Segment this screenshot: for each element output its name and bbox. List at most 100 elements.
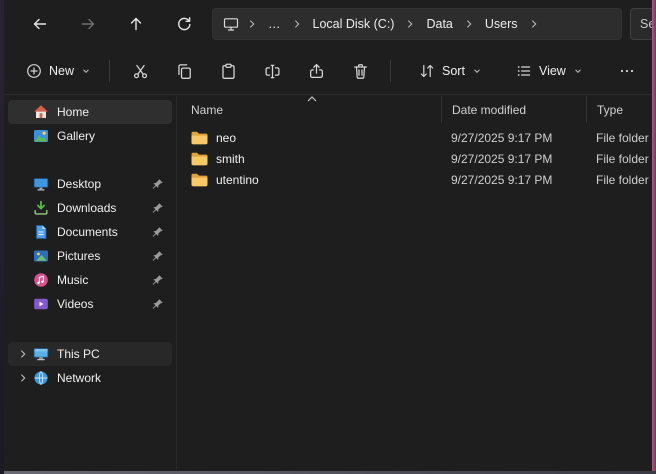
sidebar-separator: [4, 148, 176, 172]
new-button-label: New: [49, 64, 74, 78]
navigation-bar: … Local Disk (C:) Data Users: [4, 0, 652, 48]
pin-icon: [150, 250, 164, 263]
sidebar-item-desktop[interactable]: Desktop: [8, 172, 172, 196]
sidebar-item-downloads[interactable]: Downloads: [8, 196, 172, 220]
file-name: neo: [216, 131, 236, 145]
sidebar-item-network[interactable]: Network: [8, 366, 172, 390]
copy-icon: [176, 63, 193, 80]
rename-icon: [264, 63, 281, 80]
sidebar-item-this-pc[interactable]: This PC: [8, 342, 172, 366]
back-button[interactable]: [20, 8, 60, 40]
file-rows: neo 9/27/2025 9:17 PM File folder smith …: [177, 127, 652, 190]
up-button[interactable]: [116, 8, 156, 40]
sidebar-item-documents[interactable]: Documents: [8, 220, 172, 244]
pin-icon: [150, 202, 164, 215]
scissors-icon: [132, 63, 149, 80]
file-row-smith[interactable]: smith 9/27/2025 9:17 PM File folder: [177, 148, 652, 169]
sort-button[interactable]: Sort: [409, 54, 492, 88]
sidebar-item-label: Videos: [57, 297, 150, 311]
chevron-right-icon[interactable]: [14, 373, 32, 383]
home-icon: [32, 104, 50, 120]
file-date-modified: 9/27/2025 9:17 PM: [441, 152, 586, 166]
file-list-pane: Name Date modified Type neo 9/27/2025 9:…: [176, 96, 652, 471]
file-row-neo[interactable]: neo 9/27/2025 9:17 PM File folder: [177, 127, 652, 148]
more-options-button[interactable]: [607, 54, 647, 88]
sidebar-item-label: Home: [57, 105, 150, 119]
file-type: File folder: [586, 152, 652, 166]
file-name: utentino: [216, 173, 259, 187]
sidebar-item-home[interactable]: Home: [8, 100, 172, 124]
sort-button-label: Sort: [442, 64, 465, 78]
breadcrumb-ellipsis[interactable]: …: [261, 14, 288, 34]
sidebar-item-label: Pictures: [57, 249, 150, 263]
paste-button[interactable]: [206, 54, 250, 88]
sidebar-item-label: Downloads: [57, 201, 150, 215]
gallery-icon: [32, 128, 50, 144]
folder-icon: [191, 131, 208, 145]
chevron-right-icon[interactable]: [245, 19, 259, 29]
share-button[interactable]: [294, 54, 338, 88]
toolbar-divider: [390, 60, 391, 82]
toolbar-divider: [109, 60, 110, 82]
pin-icon: [150, 178, 164, 191]
chevron-down-icon: [573, 66, 583, 76]
window-left-edge: [0, 0, 4, 474]
breadcrumb-data[interactable]: Data: [419, 14, 459, 34]
network-icon: [32, 370, 50, 386]
pictures-icon: [32, 248, 50, 264]
chevron-right-icon[interactable]: [527, 19, 541, 29]
pin-icon: [150, 226, 164, 239]
copy-button[interactable]: [162, 54, 206, 88]
folder-icon: [191, 152, 208, 166]
sidebar-item-gallery[interactable]: Gallery: [8, 124, 172, 148]
view-list-icon: [516, 63, 532, 79]
forward-arrow-icon: [80, 16, 96, 32]
this-pc-icon: [32, 346, 50, 362]
chevron-down-icon: [81, 66, 91, 76]
file-type: File folder: [586, 173, 652, 187]
breadcrumb-local-disk[interactable]: Local Disk (C:): [306, 14, 402, 34]
breadcrumb-users[interactable]: Users: [478, 14, 525, 34]
paste-icon: [220, 63, 237, 80]
column-header-type[interactable]: Type: [586, 96, 652, 123]
sidebar-item-label: Music: [57, 273, 150, 287]
share-icon: [308, 63, 325, 80]
file-row-utentino[interactable]: utentino 9/27/2025 9:17 PM File folder: [177, 169, 652, 190]
videos-icon: [32, 296, 50, 312]
command-bar: New: [4, 48, 652, 95]
cut-button[interactable]: [118, 54, 162, 88]
delete-button[interactable]: [338, 54, 382, 88]
address-bar[interactable]: … Local Disk (C:) Data Users: [212, 8, 622, 40]
view-button[interactable]: View: [506, 54, 593, 88]
chevron-right-icon[interactable]: [462, 19, 476, 29]
refresh-button[interactable]: [164, 8, 204, 40]
column-header-date-modified[interactable]: Date modified: [441, 96, 586, 123]
search-input[interactable]: [630, 8, 652, 40]
chevron-right-icon[interactable]: [403, 19, 417, 29]
documents-icon: [32, 224, 50, 240]
sidebar-item-pictures[interactable]: Pictures: [8, 244, 172, 268]
file-name: smith: [216, 152, 245, 166]
view-button-label: View: [539, 64, 566, 78]
this-pc-icon[interactable]: [219, 15, 243, 34]
new-button[interactable]: New: [16, 54, 101, 88]
sidebar-item-music[interactable]: Music: [8, 268, 172, 292]
chevron-down-icon: [472, 66, 482, 76]
folder-icon: [191, 173, 208, 187]
column-headers: Name Date modified Type: [177, 96, 652, 123]
up-arrow-icon: [128, 16, 144, 32]
refresh-icon: [176, 16, 192, 32]
new-plus-icon: [26, 63, 42, 79]
downloads-icon: [32, 200, 50, 216]
pin-icon: [150, 298, 164, 311]
rename-button[interactable]: [250, 54, 294, 88]
sidebar-item-label: Gallery: [57, 129, 150, 143]
desktop-icon: [32, 176, 50, 192]
forward-button[interactable]: [68, 8, 108, 40]
sidebar-item-videos[interactable]: Videos: [8, 292, 172, 316]
file-date-modified: 9/27/2025 9:17 PM: [441, 131, 586, 145]
chevron-right-icon[interactable]: [14, 349, 32, 359]
chevron-right-icon[interactable]: [290, 19, 304, 29]
music-icon: [32, 272, 50, 288]
sidebar-item-label: Documents: [57, 225, 150, 239]
